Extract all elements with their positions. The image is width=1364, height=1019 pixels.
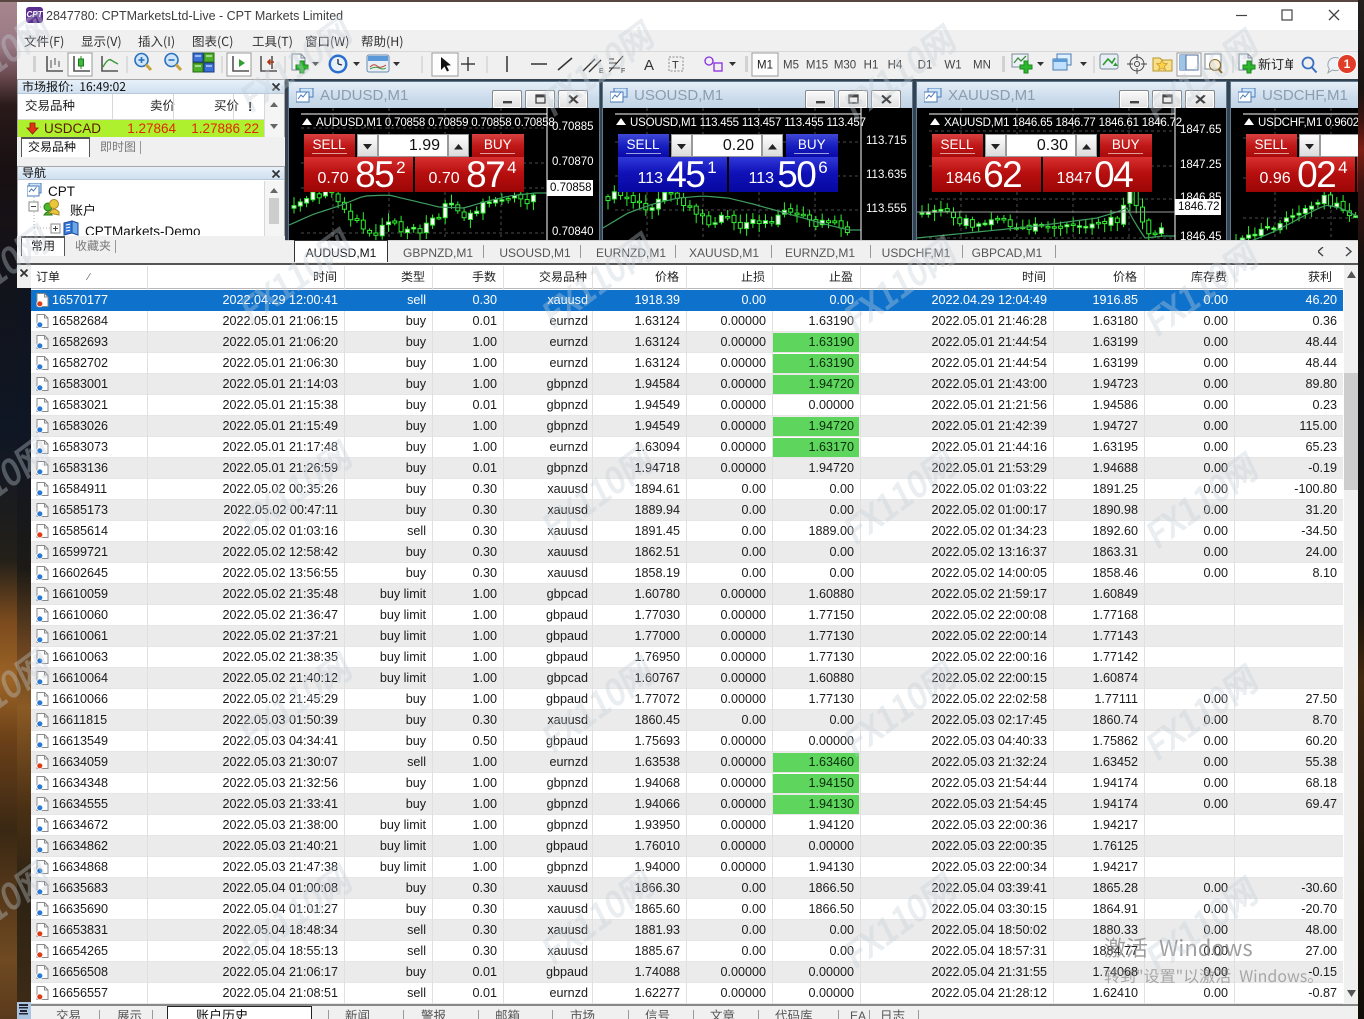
svg-text:M15: M15 <box>806 60 828 72</box>
svg-text:D1: D1 <box>918 60 933 72</box>
svg-text:A: A <box>644 57 654 74</box>
svg-text:M1: M1 <box>757 60 773 72</box>
svg-text:MN: MN <box>973 60 991 72</box>
svg-text:H1: H1 <box>864 60 879 72</box>
svg-text:T: T <box>672 60 679 72</box>
svg-text:M30: M30 <box>834 60 856 72</box>
svg-text:F: F <box>621 68 625 75</box>
svg-text:H4: H4 <box>888 60 903 72</box>
svg-text:M5: M5 <box>783 60 799 72</box>
svg-text:W1: W1 <box>944 60 961 72</box>
svg-text:E: E <box>599 68 604 75</box>
